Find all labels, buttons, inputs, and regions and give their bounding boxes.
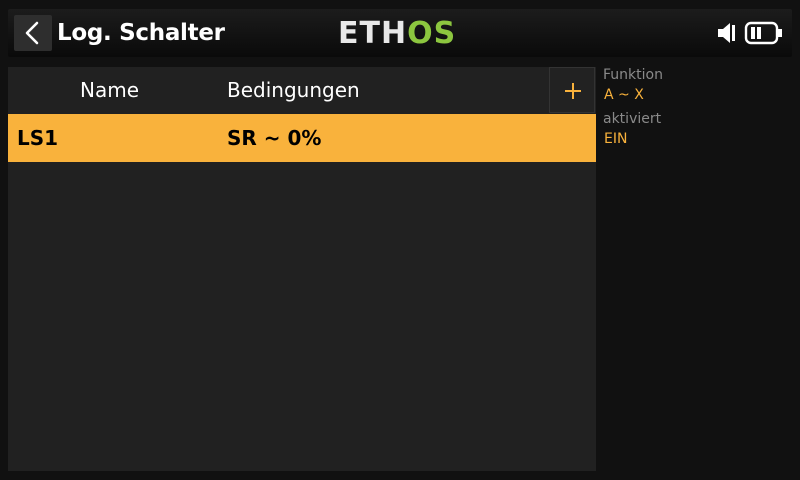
logo-main-text: ETH xyxy=(338,16,408,51)
screen: Log. Schalter ETHOS Name Bedingungen LS1… xyxy=(0,0,800,480)
logic-switch-list: Name Bedingungen LS1 SR ~ 0% xyxy=(8,67,596,471)
function-label: Funktion xyxy=(603,67,663,83)
page-title: Log. Schalter xyxy=(57,20,225,46)
function-value: A ~ X xyxy=(604,87,644,103)
logo-accent-text: OS xyxy=(407,16,457,51)
detail-panel: Funktion A ~ X aktiviert EIN xyxy=(603,66,793,154)
row-name: LS1 xyxy=(17,126,59,150)
row-conditions: SR ~ 0% xyxy=(227,126,322,150)
add-switch-button[interactable] xyxy=(549,67,595,113)
active-label: aktiviert xyxy=(603,111,662,127)
column-header-conditions: Bedingungen xyxy=(227,78,360,102)
column-header-name: Name xyxy=(80,78,140,102)
plus-icon xyxy=(565,83,581,99)
list-row-ls1[interactable]: LS1 SR ~ 0% xyxy=(8,114,596,162)
active-value: EIN xyxy=(604,131,628,147)
battery-icon xyxy=(744,21,782,45)
ethos-logo: ETHOS xyxy=(338,18,456,50)
list-header: Name Bedingungen xyxy=(8,67,596,113)
chevron-left-icon xyxy=(25,21,39,45)
back-button[interactable] xyxy=(14,15,52,51)
speaker-icon xyxy=(718,23,735,43)
top-bar: Log. Schalter ETHOS xyxy=(8,9,792,57)
